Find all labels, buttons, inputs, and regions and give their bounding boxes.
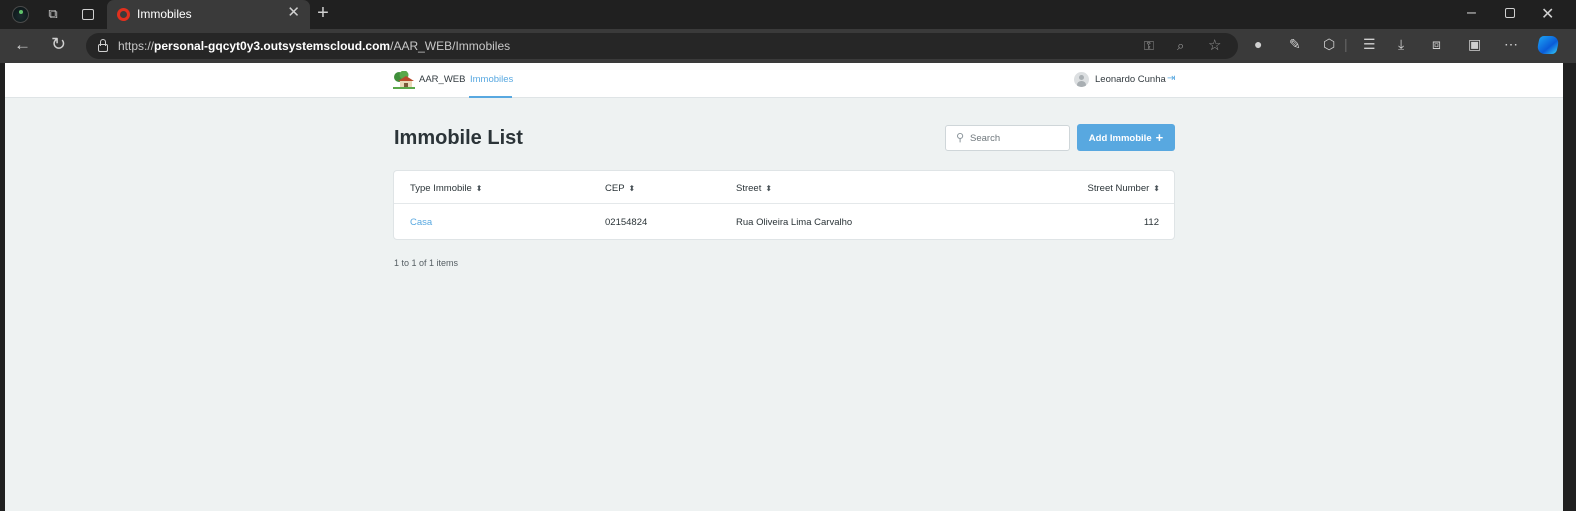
column-header-cep[interactable]: CEP ⬍ <box>605 183 635 194</box>
sort-icon: ⬍ <box>1153 184 1160 193</box>
browser-toolbar: ← ↻ https://personal-gqcyt0y3.outsystems… <box>0 29 1576 63</box>
search-box[interactable]: ⚲ <box>945 125 1070 151</box>
url-scheme: https:// <box>118 39 155 53</box>
back-icon[interactable]: ← <box>14 35 31 55</box>
url-path: /AAR_WEB/Immobiles <box>390 39 511 53</box>
sort-icon: ⬍ <box>628 184 636 193</box>
immobile-table: Type Immobile ⬍ CEP ⬍ Street ⬍ Street Numbe… <box>393 170 1175 240</box>
downloads-icon[interactable]: ⤓ <box>1398 36 1404 52</box>
add-immobile-label: Add Immobile <box>1088 133 1152 144</box>
sort-icon: ⬍ <box>475 184 483 193</box>
minimize-icon[interactable]: – <box>1467 4 1476 22</box>
key-icon[interactable]: ⚿ <box>1144 38 1154 54</box>
search-icon: ⚲ <box>956 132 965 144</box>
cell-type-immobile[interactable]: Casa <box>410 217 432 228</box>
nav-item-immobiles[interactable]: Immobiles <box>470 74 513 85</box>
tab-title: Immobiles <box>137 7 192 21</box>
house-logo-icon[interactable] <box>393 71 415 89</box>
column-label: Street <box>736 183 762 194</box>
browser-tab-active[interactable]: Immobiles ✕ <box>107 0 310 29</box>
camera-icon[interactable]: ● <box>1254 36 1262 52</box>
user-name[interactable]: Leonardo Cunha <box>1095 74 1166 85</box>
web-page: AAR_WEB Immobiles Leonardo Cunha ⇥ Immob… <box>5 63 1563 511</box>
search-input[interactable] <box>970 127 1066 149</box>
profile-avatar-icon[interactable] <box>12 6 29 23</box>
nav-active-indicator <box>469 96 512 98</box>
user-avatar[interactable] <box>1074 72 1089 87</box>
window-close-icon[interactable]: ✕ <box>1541 4 1554 24</box>
column-label: CEP <box>605 183 625 194</box>
sort-icon: ⬍ <box>765 184 773 193</box>
toolbar-divider: | <box>1344 36 1348 52</box>
add-immobile-button[interactable]: Add Immobile + <box>1077 124 1175 151</box>
column-label: Type Immobile <box>410 183 472 194</box>
address-bar[interactable]: https://personal-gqcyt0y3.outsystemsclou… <box>86 33 1238 59</box>
sidebar-icon[interactable]: ▣ <box>1468 36 1481 52</box>
column-header-type-immobile[interactable]: Type Immobile ⬍ <box>410 183 482 194</box>
edit-icon[interactable]: ✎ <box>1289 36 1301 52</box>
cell-street: Rua Oliveira Lima Carvalho <box>736 217 853 228</box>
favicon-icon <box>117 8 130 21</box>
pagination-info: 1 to 1 of 1 items <box>394 258 459 268</box>
header-divider <box>394 203 1174 204</box>
new-tab-icon[interactable]: + <box>315 3 331 23</box>
page-title: Immobile List <box>394 127 523 149</box>
restore-icon[interactable] <box>1505 8 1515 18</box>
column-header-street[interactable]: Street ⬍ <box>736 183 772 194</box>
logout-icon[interactable]: ⇥ <box>1167 73 1175 84</box>
extensions-icon[interactable]: ⬡ <box>1323 36 1335 52</box>
cell-street-number: 112 <box>1143 217 1159 228</box>
favorite-star-icon[interactable]: ☆ <box>1208 36 1221 54</box>
more-icon[interactable]: ⋯ <box>1504 36 1518 52</box>
column-header-street-number[interactable]: Street Number ⬍ <box>1088 183 1160 194</box>
cell-cep: 02154824 <box>605 217 648 228</box>
copilot-icon[interactable] <box>1536 36 1560 54</box>
app-name[interactable]: AAR_WEB <box>419 74 465 85</box>
column-label: Street Number <box>1087 183 1150 194</box>
address-url[interactable]: https://personal-gqcyt0y3.outsystemsclou… <box>118 39 510 53</box>
zoom-icon[interactable]: ⌕ <box>1177 38 1184 54</box>
plus-icon: + <box>1155 130 1164 145</box>
browser-tab-bar: ⧉ Immobiles ✕ + – ✕ <box>0 0 1576 29</box>
lock-icon[interactable] <box>97 39 109 52</box>
url-host: personal-gqcyt0y3.outsystemscloud.com <box>154 39 391 53</box>
app-header: AAR_WEB Immobiles Leonardo Cunha ⇥ <box>5 63 1563 98</box>
refresh-icon[interactable]: ↻ <box>51 34 66 55</box>
workspaces-icon[interactable]: ⧉ <box>45 6 61 22</box>
tab-actions-icon[interactable] <box>80 6 96 22</box>
tab-close-icon[interactable]: ✕ <box>287 5 300 21</box>
favorites-icon[interactable]: ☰ <box>1363 36 1376 52</box>
screenshot-icon[interactable]: ⧈ <box>1432 36 1441 52</box>
